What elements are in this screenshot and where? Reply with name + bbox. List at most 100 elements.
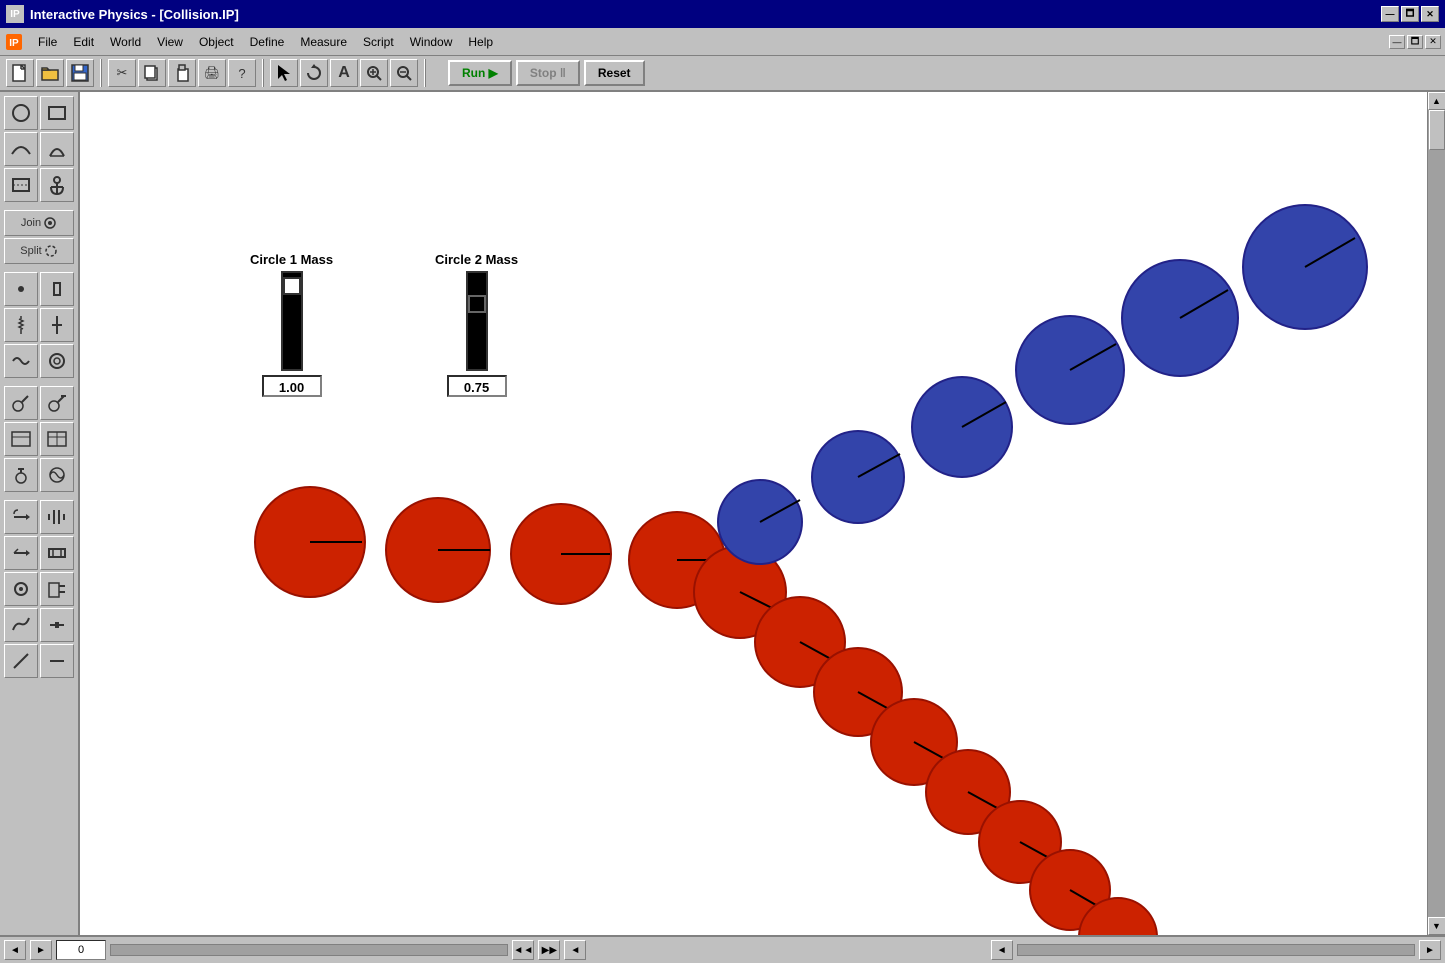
physics-canvas[interactable]: Circle 1 Mass 1.00 Circle 2 Mass 0.75 [80,92,1427,935]
rotate-tool[interactable] [300,59,328,87]
force-tool-1[interactable] [4,500,38,534]
svg-text:IP: IP [9,38,19,49]
select-tool[interactable] [270,59,298,87]
rewind-button[interactable]: ◄ [4,940,26,960]
cut-button[interactable]: ✂ [108,59,136,87]
spring-tool[interactable] [4,308,38,342]
pin-tool[interactable] [4,272,38,306]
stop-button[interactable]: Stop ‖ [516,60,580,86]
circle-tool[interactable] [4,96,38,130]
anchor-tool[interactable] [40,168,74,202]
curve-tool[interactable] [4,132,38,166]
title-bar: IP Interactive Physics - [Collision.IP] … [0,0,1445,28]
slider1-track[interactable] [281,271,303,371]
slider2-track[interactable] [466,271,488,371]
slider1-handle[interactable] [283,277,301,295]
scroll-up-button[interactable]: ▲ [1428,92,1445,110]
gear-tool[interactable] [40,344,74,378]
reset-button[interactable]: Reset [584,60,645,86]
open-rect-tool[interactable] [4,168,38,202]
frame-track[interactable] [110,944,508,956]
rope-tool[interactable] [4,344,38,378]
shape-row-1 [4,96,74,130]
rectangle-tool[interactable] [40,96,74,130]
slot-tool[interactable] [40,272,74,306]
force-tool-4[interactable] [40,536,74,570]
print-button[interactable]: 🖨 [198,59,226,87]
save-button[interactable] [66,59,94,87]
toolbar-sep3 [424,59,426,87]
menu-define[interactable]: Define [242,33,293,51]
step-back-button[interactable]: ◄◄ [512,940,534,960]
zoom-out-tool[interactable] [390,59,418,87]
circle1-mass-value[interactable]: 1.00 [262,375,322,397]
constraint-row-2 [4,308,74,342]
menu-help[interactable]: Help [460,33,501,51]
scroll-down-button[interactable]: ▼ [1428,917,1445,935]
maximize-button[interactable]: 🗖 [1401,6,1419,22]
actuator-row [4,344,74,378]
menu-measure[interactable]: Measure [292,33,355,51]
scroll-track[interactable] [1428,110,1445,917]
circle1-mass-slider[interactable]: Circle 1 Mass 1.00 [250,252,333,397]
measure-tool-6[interactable] [40,458,74,492]
join-button[interactable]: Join [4,210,74,236]
menu-window[interactable]: Window [402,33,461,51]
open-button[interactable] [36,59,64,87]
menu-script[interactable]: Script [355,33,402,51]
force-tool-2[interactable] [40,500,74,534]
measure-tool-2[interactable] [40,386,74,420]
slider2-handle[interactable] [468,295,486,313]
hscroll-right-button[interactable]: ► [1419,940,1441,960]
menu-view[interactable]: View [149,33,191,51]
run-button[interactable]: Run ▶ [448,60,512,86]
menu-world[interactable]: World [102,33,149,51]
circle2-mass-slider[interactable]: Circle 2 Mass 0.75 [435,252,518,397]
paste-button[interactable] [168,59,196,87]
misc-row-2 [4,644,74,678]
measure-row-2 [4,422,74,456]
hscroll-track[interactable] [1017,944,1415,956]
measure-tool-4[interactable] [40,422,74,456]
misc-tool-3[interactable] [4,644,38,678]
left-toolbar: Join Split [0,92,80,935]
hscroll-left-button[interactable]: ◄ [991,940,1013,960]
split-button[interactable]: Split [4,238,74,264]
new-button[interactable] [6,59,34,87]
copy-button[interactable] [138,59,166,87]
menu-object[interactable]: Object [191,33,242,51]
text-tool[interactable]: A [330,59,358,87]
measure-row-1 [4,386,74,420]
constraint-row-1 [4,272,74,306]
help-button[interactable]: ? [228,59,256,87]
menu-edit[interactable]: Edit [65,33,102,51]
zoom-in-tool[interactable] [360,59,388,87]
menu-restore-button[interactable]: 🗖 [1407,35,1423,49]
misc-tool-4[interactable] [40,644,74,678]
frame-input[interactable] [56,940,106,960]
misc-tool-1[interactable] [4,608,38,642]
simulation-controls: Run ▶ Stop ‖ Reset [448,60,645,86]
force-tool-6[interactable] [40,572,74,606]
circle2-mass-value[interactable]: 0.75 [447,375,507,397]
vertical-scrollbar: ▲ ▼ [1427,92,1445,935]
toolbar-sep2 [262,59,264,87]
arc-tool[interactable] [40,132,74,166]
measure-tool-5[interactable] [4,458,38,492]
end-button[interactable]: ◄ [564,940,586,960]
play-forward-button[interactable]: ► [30,940,52,960]
measure-tool-3[interactable] [4,422,38,456]
force-tool-3[interactable] [4,536,38,570]
misc-tool-2[interactable] [40,608,74,642]
menu-minimize-button[interactable]: — [1389,35,1405,49]
close-button[interactable]: ✕ [1421,6,1439,22]
force-tool-5[interactable] [4,572,38,606]
menu-file[interactable]: File [30,33,65,51]
damper-tool[interactable] [40,308,74,342]
minimize-button[interactable]: — [1381,6,1399,22]
measure-tool-1[interactable] [4,386,38,420]
step-forward-button[interactable]: ▶▶ [538,940,560,960]
scroll-thumb[interactable] [1429,110,1445,150]
toolbar-sep1 [100,59,102,87]
menu-close-button[interactable]: ✕ [1425,35,1441,49]
